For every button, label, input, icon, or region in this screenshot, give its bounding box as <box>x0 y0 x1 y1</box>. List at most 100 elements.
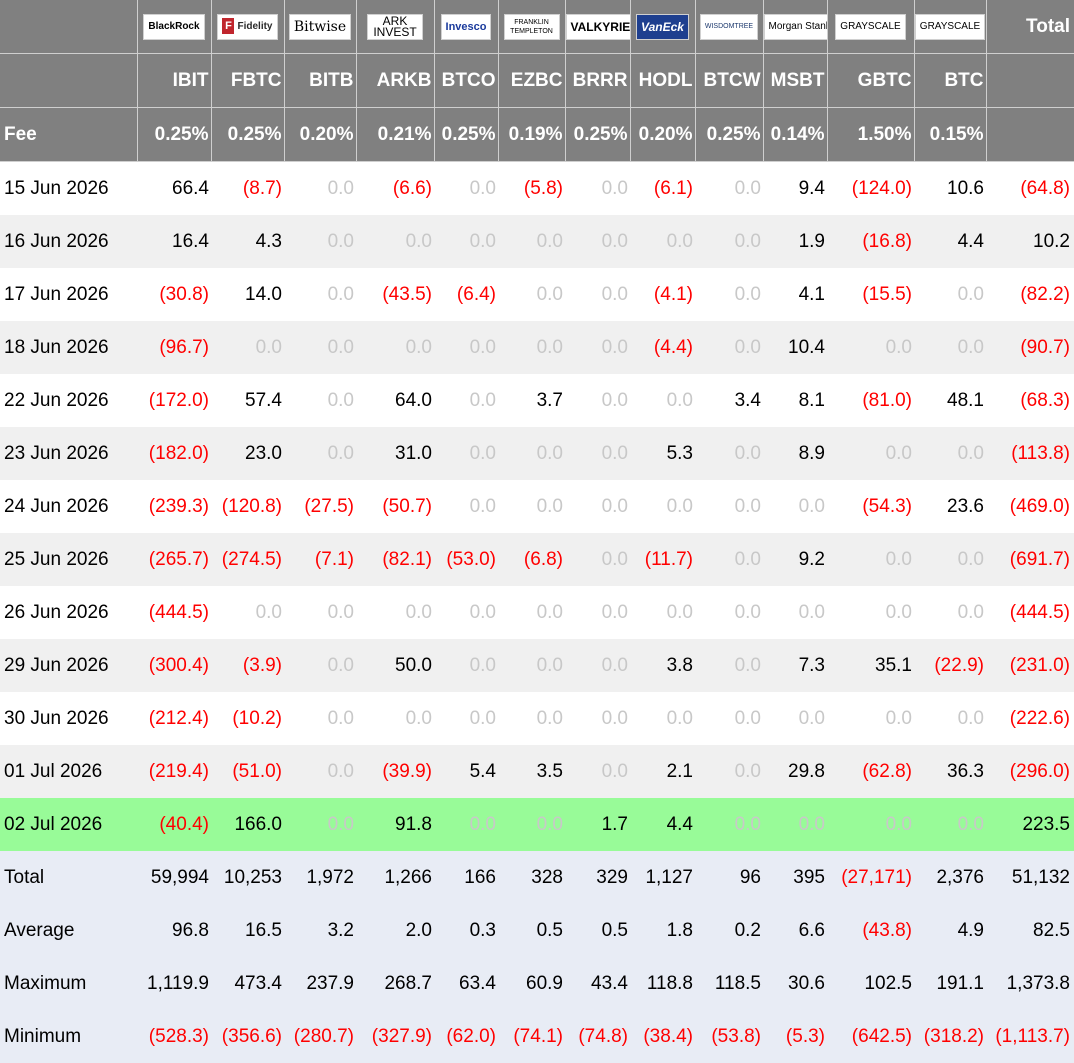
date-cell: 29 Jun 2026 <box>0 639 137 692</box>
summary-row: Average96.816.53.22.00.30.50.51.80.26.6(… <box>0 904 1074 957</box>
table-body: 15 Jun 202666.4(8.7)0.0(6.6)0.0(5.8)0.0(… <box>0 162 1074 1063</box>
date-cell: 25 Jun 2026 <box>0 533 137 586</box>
ticker-header: FBTC <box>211 54 284 108</box>
flow-cell: (300.4) <box>137 639 211 692</box>
flow-cell: 0.5 <box>498 904 565 957</box>
flow-cell: 4.9 <box>914 904 986 957</box>
total-cell: (113.8) <box>986 427 1074 480</box>
flow-cell: 395 <box>763 851 827 904</box>
flow-cell: (7.1) <box>284 533 356 586</box>
flow-cell: (318.2) <box>914 1010 986 1063</box>
flow-cell: 0.0 <box>630 586 695 639</box>
flow-cell: 0.0 <box>284 639 356 692</box>
flow-cell: 0.0 <box>434 427 498 480</box>
fidelity-mark-icon: F <box>222 18 234 34</box>
date-cell: 16 Jun 2026 <box>0 215 137 268</box>
bitwise-logo: Bitwise <box>289 14 351 40</box>
table-row: 22 Jun 2026(172.0)57.40.064.00.03.70.00.… <box>0 374 1074 427</box>
ticker-header: ARKB <box>356 54 434 108</box>
flow-cell: 8.9 <box>763 427 827 480</box>
total-cell: (1,113.7) <box>986 1010 1074 1063</box>
flow-cell: 0.0 <box>434 162 498 216</box>
flow-cell: 1.9 <box>763 215 827 268</box>
flow-cell: 0.0 <box>284 745 356 798</box>
flow-cell: 0.0 <box>356 215 434 268</box>
flow-cell: 0.0 <box>434 692 498 745</box>
vaneck-logo: VanEck <box>636 14 689 40</box>
fee-value: 0.14% <box>763 108 827 162</box>
flow-cell: 4.4 <box>914 215 986 268</box>
flow-cell: 0.0 <box>498 639 565 692</box>
fee-value: 0.25% <box>434 108 498 162</box>
flow-cell: (10.2) <box>211 692 284 745</box>
flow-cell: 0.0 <box>630 692 695 745</box>
date-cell: 22 Jun 2026 <box>0 374 137 427</box>
flow-cell: 0.0 <box>434 374 498 427</box>
flow-cell: 0.0 <box>434 480 498 533</box>
flow-cell: 0.0 <box>914 268 986 321</box>
flow-cell: 0.0 <box>284 586 356 639</box>
total-cell: 51,132 <box>986 851 1074 904</box>
flow-cell: 0.0 <box>565 162 630 216</box>
flow-cell: 91.8 <box>356 798 434 851</box>
flow-cell: 0.0 <box>434 798 498 851</box>
flow-cell: 0.0 <box>695 162 763 216</box>
table-row: 23 Jun 2026(182.0)23.00.031.00.00.00.05.… <box>0 427 1074 480</box>
flow-cell: 0.0 <box>763 480 827 533</box>
flow-cell: (22.9) <box>914 639 986 692</box>
flow-cell: (212.4) <box>137 692 211 745</box>
flow-cell: 3.5 <box>498 745 565 798</box>
flow-cell: 5.3 <box>630 427 695 480</box>
date-cell: 17 Jun 2026 <box>0 268 137 321</box>
flow-cell: 0.0 <box>284 268 356 321</box>
summary-label: Total <box>0 851 137 904</box>
flow-cell: 0.0 <box>498 215 565 268</box>
total-cell: (469.0) <box>986 480 1074 533</box>
flow-cell: 1.8 <box>630 904 695 957</box>
flow-cell: 59,994 <box>137 851 211 904</box>
date-cell: 18 Jun 2026 <box>0 321 137 374</box>
fee-value: 0.25% <box>695 108 763 162</box>
flow-cell: 0.0 <box>356 321 434 374</box>
flow-cell: 0.0 <box>763 586 827 639</box>
flow-cell: 0.0 <box>565 321 630 374</box>
flow-cell: 1,972 <box>284 851 356 904</box>
summary-label: Maximum <box>0 957 137 1010</box>
total-cell: (691.7) <box>986 533 1074 586</box>
flow-cell: 0.0 <box>695 268 763 321</box>
total-cell: 1,373.8 <box>986 957 1074 1010</box>
flow-cell: 118.5 <box>695 957 763 1010</box>
flow-cell: 0.0 <box>695 480 763 533</box>
flow-cell: 0.0 <box>827 798 914 851</box>
flow-cell: (219.4) <box>137 745 211 798</box>
flow-cell: (5.8) <box>498 162 565 216</box>
flow-cell: (6.8) <box>498 533 565 586</box>
flow-cell: 10.4 <box>763 321 827 374</box>
ticker-header: IBIT <box>137 54 211 108</box>
flow-cell: (356.6) <box>211 1010 284 1063</box>
morgan-stanley-logo: Morgan Stanley <box>764 14 828 40</box>
total-cell: (82.2) <box>986 268 1074 321</box>
flow-cell: 50.0 <box>356 639 434 692</box>
flow-cell: 0.0 <box>695 427 763 480</box>
flow-cell: 6.6 <box>763 904 827 957</box>
flow-cell: 0.0 <box>211 586 284 639</box>
flow-cell: 0.0 <box>434 586 498 639</box>
flow-cell: 0.0 <box>498 586 565 639</box>
flow-cell: (6.6) <box>356 162 434 216</box>
flow-cell: 166.0 <box>211 798 284 851</box>
summary-row: Total59,99410,2531,9721,2661663283291,12… <box>0 851 1074 904</box>
flow-cell: (4.1) <box>630 268 695 321</box>
flow-cell: 0.0 <box>284 427 356 480</box>
summary-row: Maximum1,119.9473.4237.9268.763.460.943.… <box>0 957 1074 1010</box>
flow-cell: (16.8) <box>827 215 914 268</box>
table-row: 02 Jul 2026(40.4)166.00.091.80.00.01.74.… <box>0 798 1074 851</box>
table-row: 16 Jun 202616.44.30.00.00.00.00.00.00.01… <box>0 215 1074 268</box>
flow-cell: (265.7) <box>137 533 211 586</box>
flow-cell: 0.0 <box>827 533 914 586</box>
flow-cell: 0.0 <box>498 427 565 480</box>
ticker-header: BTCW <box>695 54 763 108</box>
flow-cell: (120.8) <box>211 480 284 533</box>
flow-cell: (3.9) <box>211 639 284 692</box>
flow-cell: 0.0 <box>498 321 565 374</box>
